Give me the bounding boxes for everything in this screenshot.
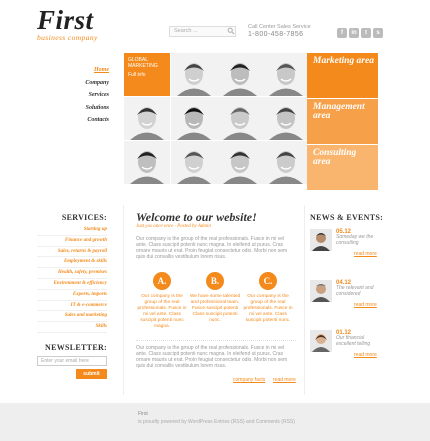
news-avatar <box>310 229 332 251</box>
main-nav: Home Company Services Solutions Contacts <box>37 64 109 127</box>
news-item[interactable]: 05.12 Someday we the consulting read mor… <box>310 229 380 257</box>
nav-contacts[interactable]: Contacts <box>37 114 109 127</box>
welcome-paragraph: Our company is the group of the real pro… <box>136 236 288 260</box>
divider <box>136 340 296 341</box>
search-input[interactable]: Search ... <box>169 26 236 37</box>
news-title: NEWS & EVENTS: <box>310 213 384 222</box>
banner-full-info-link[interactable]: Full info <box>128 72 166 78</box>
divider <box>123 205 124 395</box>
tile-consulting[interactable]: Consulting area <box>307 145 378 191</box>
column-b-text: We have some talented and professional t… <box>189 294 241 323</box>
nav-solutions[interactable]: Solutions <box>37 102 109 115</box>
services-list: SERVICES: Starting up Finance and growth… <box>37 213 107 333</box>
service-item[interactable]: Finance and growth <box>37 236 107 247</box>
welcome-title: Welcome to our website! <box>136 210 257 224</box>
service-item[interactable]: Sales, returns & payroll <box>37 247 107 258</box>
share-icon[interactable]: s <box>373 28 383 38</box>
welcome-subtitle: Just yas once once · Posted by Admin <box>136 224 211 229</box>
news-avatar <box>310 280 332 302</box>
column-c-badge: C. <box>259 272 277 290</box>
news-read-more[interactable]: read more <box>310 302 380 308</box>
column-a-text: Our company is the group of the real pro… <box>137 294 187 329</box>
news-avatar <box>310 330 332 352</box>
footer-title: First <box>138 411 148 417</box>
column-c-text: Our company is the group of the real pro… <box>243 294 293 323</box>
services-title: SERVICES: <box>61 213 107 222</box>
column-b-badge: B. <box>206 272 224 290</box>
news-item[interactable]: 04.12 The relevant and considered read m… <box>310 280 380 308</box>
team-portrait <box>171 97 217 140</box>
newsletter-title: NEWSLETTER: <box>45 343 107 352</box>
news-read-more[interactable]: read more <box>310 251 380 257</box>
team-portrait <box>263 141 309 184</box>
team-portrait <box>263 97 309 140</box>
team-portrait <box>217 141 263 184</box>
column-a-badge: A. <box>153 272 171 290</box>
news-read-more[interactable]: read more <box>310 352 380 358</box>
team-portrait <box>171 141 217 184</box>
facebook-icon[interactable]: f <box>337 28 347 38</box>
service-item[interactable]: Environment & efficiency <box>37 279 107 290</box>
logo[interactable]: First <box>37 6 94 34</box>
tile-consulting-label: Consulting area <box>313 148 357 167</box>
company-facts-link[interactable]: company facts <box>233 377 265 383</box>
welcome-paragraph-2: Our company is the group of the real pro… <box>136 345 288 369</box>
tile-management[interactable]: Management area <box>307 99 378 145</box>
service-item[interactable]: IT & e-commerce <box>37 301 107 312</box>
team-portrait <box>263 53 309 96</box>
call-center-label: Call Center Sales Service <box>248 24 311 30</box>
service-item[interactable]: Exports, imports <box>37 290 107 301</box>
linkedin-icon[interactable]: in <box>349 28 359 38</box>
divider <box>304 205 305 395</box>
newsletter-email-input[interactable]: Enter your email here <box>37 356 107 366</box>
nav-company[interactable]: Company <box>37 77 109 90</box>
search-icon[interactable] <box>227 27 235 35</box>
service-item[interactable]: Skills <box>37 322 107 333</box>
nav-services[interactable]: Services <box>37 89 109 102</box>
service-item[interactable]: Health, safety, premises <box>37 268 107 279</box>
nav-home[interactable]: Home <box>37 64 109 77</box>
service-item[interactable]: Employment & skills <box>37 257 107 269</box>
team-portrait <box>217 53 263 96</box>
read-more-link[interactable]: read more <box>273 377 296 383</box>
service-item[interactable]: Sales and marketing <box>37 311 107 323</box>
service-item[interactable]: Starting up <box>37 225 107 236</box>
logo-tagline: business company <box>37 33 98 42</box>
team-portrait <box>124 141 170 184</box>
news-item[interactable]: 01.12 Our financial excellent telling re… <box>310 330 380 358</box>
footer-credits: is proudly powered by WordPress Entries … <box>138 419 295 425</box>
team-portrait <box>124 97 170 140</box>
feature-tiles: Marketing area Management area Consultin… <box>307 53 378 191</box>
twitter-icon[interactable]: t <box>361 28 371 38</box>
newsletter-submit-button[interactable]: submit <box>76 369 107 379</box>
team-portrait <box>171 53 217 96</box>
tile-management-label: Management area <box>313 102 365 121</box>
banner-box[interactable]: GLOBAL MARKETING Full info <box>124 53 170 96</box>
tile-marketing-label: Marketing area <box>313 56 374 66</box>
phone-number: 1-800-458-7856 <box>248 31 304 38</box>
tile-marketing[interactable]: Marketing area <box>307 53 378 99</box>
team-portrait <box>217 97 263 140</box>
banner-line2: MARKETING <box>128 63 158 69</box>
